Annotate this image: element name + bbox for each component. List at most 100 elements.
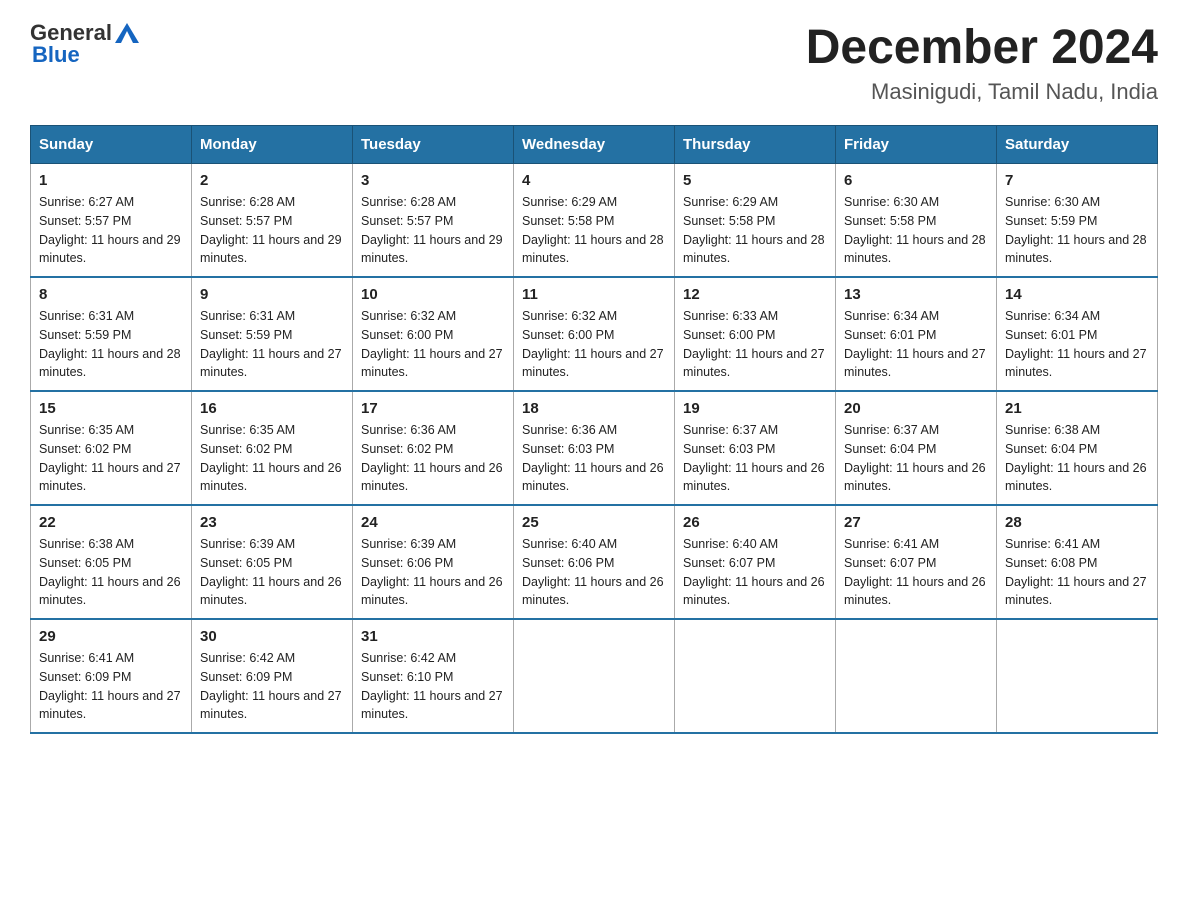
day-number: 9 — [200, 286, 344, 303]
day-info: Sunrise: 6:37 AM Sunset: 6:03 PM Dayligh… — [683, 421, 827, 496]
day-cell-20: 20 Sunrise: 6:37 AM Sunset: 6:04 PM Dayl… — [836, 391, 997, 505]
day-number: 23 — [200, 514, 344, 531]
day-info: Sunrise: 6:41 AM Sunset: 6:07 PM Dayligh… — [844, 535, 988, 610]
day-number: 1 — [39, 172, 183, 189]
day-cell-18: 18 Sunrise: 6:36 AM Sunset: 6:03 PM Dayl… — [514, 391, 675, 505]
day-number: 25 — [522, 514, 666, 531]
col-header-monday: Monday — [192, 126, 353, 164]
day-info: Sunrise: 6:34 AM Sunset: 6:01 PM Dayligh… — [844, 307, 988, 382]
day-info: Sunrise: 6:31 AM Sunset: 5:59 PM Dayligh… — [200, 307, 344, 382]
day-info: Sunrise: 6:30 AM Sunset: 5:59 PM Dayligh… — [1005, 193, 1149, 268]
day-cell-5: 5 Sunrise: 6:29 AM Sunset: 5:58 PM Dayli… — [675, 164, 836, 278]
day-number: 29 — [39, 628, 183, 645]
day-info: Sunrise: 6:28 AM Sunset: 5:57 PM Dayligh… — [361, 193, 505, 268]
day-number: 13 — [844, 286, 988, 303]
empty-cell — [675, 619, 836, 733]
day-number: 10 — [361, 286, 505, 303]
col-header-sunday: Sunday — [31, 126, 192, 164]
day-cell-16: 16 Sunrise: 6:35 AM Sunset: 6:02 PM Dayl… — [192, 391, 353, 505]
logo-text-blue: Blue — [32, 42, 80, 68]
location-title: Masinigudi, Tamil Nadu, India — [806, 79, 1158, 105]
day-number: 17 — [361, 400, 505, 417]
day-cell-28: 28 Sunrise: 6:41 AM Sunset: 6:08 PM Dayl… — [997, 505, 1158, 619]
day-info: Sunrise: 6:37 AM Sunset: 6:04 PM Dayligh… — [844, 421, 988, 496]
week-row-5: 29 Sunrise: 6:41 AM Sunset: 6:09 PM Dayl… — [31, 619, 1158, 733]
day-info: Sunrise: 6:36 AM Sunset: 6:03 PM Dayligh… — [522, 421, 666, 496]
day-cell-17: 17 Sunrise: 6:36 AM Sunset: 6:02 PM Dayl… — [353, 391, 514, 505]
day-info: Sunrise: 6:32 AM Sunset: 6:00 PM Dayligh… — [361, 307, 505, 382]
col-header-wednesday: Wednesday — [514, 126, 675, 164]
day-info: Sunrise: 6:41 AM Sunset: 6:09 PM Dayligh… — [39, 649, 183, 724]
day-info: Sunrise: 6:27 AM Sunset: 5:57 PM Dayligh… — [39, 193, 183, 268]
day-cell-10: 10 Sunrise: 6:32 AM Sunset: 6:00 PM Dayl… — [353, 277, 514, 391]
col-header-friday: Friday — [836, 126, 997, 164]
day-number: 30 — [200, 628, 344, 645]
day-number: 28 — [1005, 514, 1149, 531]
day-cell-3: 3 Sunrise: 6:28 AM Sunset: 5:57 PM Dayli… — [353, 164, 514, 278]
day-cell-7: 7 Sunrise: 6:30 AM Sunset: 5:59 PM Dayli… — [997, 164, 1158, 278]
day-cell-13: 13 Sunrise: 6:34 AM Sunset: 6:01 PM Dayl… — [836, 277, 997, 391]
day-info: Sunrise: 6:35 AM Sunset: 6:02 PM Dayligh… — [39, 421, 183, 496]
week-row-4: 22 Sunrise: 6:38 AM Sunset: 6:05 PM Dayl… — [31, 505, 1158, 619]
day-info: Sunrise: 6:41 AM Sunset: 6:08 PM Dayligh… — [1005, 535, 1149, 610]
day-info: Sunrise: 6:38 AM Sunset: 6:04 PM Dayligh… — [1005, 421, 1149, 496]
day-number: 31 — [361, 628, 505, 645]
day-cell-19: 19 Sunrise: 6:37 AM Sunset: 6:03 PM Dayl… — [675, 391, 836, 505]
day-cell-4: 4 Sunrise: 6:29 AM Sunset: 5:58 PM Dayli… — [514, 164, 675, 278]
day-cell-8: 8 Sunrise: 6:31 AM Sunset: 5:59 PM Dayli… — [31, 277, 192, 391]
day-cell-24: 24 Sunrise: 6:39 AM Sunset: 6:06 PM Dayl… — [353, 505, 514, 619]
day-number: 7 — [1005, 172, 1149, 189]
header: General Blue December 2024 Masinigudi, T… — [30, 20, 1158, 105]
day-cell-9: 9 Sunrise: 6:31 AM Sunset: 5:59 PM Dayli… — [192, 277, 353, 391]
day-info: Sunrise: 6:42 AM Sunset: 6:10 PM Dayligh… — [361, 649, 505, 724]
day-number: 19 — [683, 400, 827, 417]
col-header-tuesday: Tuesday — [353, 126, 514, 164]
day-cell-11: 11 Sunrise: 6:32 AM Sunset: 6:00 PM Dayl… — [514, 277, 675, 391]
day-cell-22: 22 Sunrise: 6:38 AM Sunset: 6:05 PM Dayl… — [31, 505, 192, 619]
day-cell-23: 23 Sunrise: 6:39 AM Sunset: 6:05 PM Dayl… — [192, 505, 353, 619]
day-number: 2 — [200, 172, 344, 189]
day-info: Sunrise: 6:38 AM Sunset: 6:05 PM Dayligh… — [39, 535, 183, 610]
day-cell-12: 12 Sunrise: 6:33 AM Sunset: 6:00 PM Dayl… — [675, 277, 836, 391]
day-info: Sunrise: 6:28 AM Sunset: 5:57 PM Dayligh… — [200, 193, 344, 268]
day-cell-29: 29 Sunrise: 6:41 AM Sunset: 6:09 PM Dayl… — [31, 619, 192, 733]
day-info: Sunrise: 6:40 AM Sunset: 6:07 PM Dayligh… — [683, 535, 827, 610]
empty-cell — [514, 619, 675, 733]
day-cell-1: 1 Sunrise: 6:27 AM Sunset: 5:57 PM Dayli… — [31, 164, 192, 278]
day-info: Sunrise: 6:34 AM Sunset: 6:01 PM Dayligh… — [1005, 307, 1149, 382]
day-number: 12 — [683, 286, 827, 303]
day-info: Sunrise: 6:33 AM Sunset: 6:00 PM Dayligh… — [683, 307, 827, 382]
day-info: Sunrise: 6:29 AM Sunset: 5:58 PM Dayligh… — [522, 193, 666, 268]
day-cell-25: 25 Sunrise: 6:40 AM Sunset: 6:06 PM Dayl… — [514, 505, 675, 619]
day-cell-6: 6 Sunrise: 6:30 AM Sunset: 5:58 PM Dayli… — [836, 164, 997, 278]
day-info: Sunrise: 6:31 AM Sunset: 5:59 PM Dayligh… — [39, 307, 183, 382]
day-cell-15: 15 Sunrise: 6:35 AM Sunset: 6:02 PM Dayl… — [31, 391, 192, 505]
day-info: Sunrise: 6:39 AM Sunset: 6:06 PM Dayligh… — [361, 535, 505, 610]
day-number: 4 — [522, 172, 666, 189]
calendar-table: SundayMondayTuesdayWednesdayThursdayFrid… — [30, 125, 1158, 734]
day-number: 5 — [683, 172, 827, 189]
empty-cell — [836, 619, 997, 733]
day-cell-31: 31 Sunrise: 6:42 AM Sunset: 6:10 PM Dayl… — [353, 619, 514, 733]
day-info: Sunrise: 6:39 AM Sunset: 6:05 PM Dayligh… — [200, 535, 344, 610]
day-info: Sunrise: 6:40 AM Sunset: 6:06 PM Dayligh… — [522, 535, 666, 610]
day-info: Sunrise: 6:32 AM Sunset: 6:00 PM Dayligh… — [522, 307, 666, 382]
day-info: Sunrise: 6:29 AM Sunset: 5:58 PM Dayligh… — [683, 193, 827, 268]
day-number: 27 — [844, 514, 988, 531]
week-row-3: 15 Sunrise: 6:35 AM Sunset: 6:02 PM Dayl… — [31, 391, 1158, 505]
col-header-saturday: Saturday — [997, 126, 1158, 164]
day-cell-2: 2 Sunrise: 6:28 AM Sunset: 5:57 PM Dayli… — [192, 164, 353, 278]
day-number: 26 — [683, 514, 827, 531]
day-info: Sunrise: 6:36 AM Sunset: 6:02 PM Dayligh… — [361, 421, 505, 496]
day-number: 8 — [39, 286, 183, 303]
day-number: 18 — [522, 400, 666, 417]
day-cell-30: 30 Sunrise: 6:42 AM Sunset: 6:09 PM Dayl… — [192, 619, 353, 733]
month-title: December 2024 — [806, 20, 1158, 75]
day-cell-14: 14 Sunrise: 6:34 AM Sunset: 6:01 PM Dayl… — [997, 277, 1158, 391]
logo: General Blue — [30, 20, 139, 68]
day-number: 21 — [1005, 400, 1149, 417]
day-cell-26: 26 Sunrise: 6:40 AM Sunset: 6:07 PM Dayl… — [675, 505, 836, 619]
day-info: Sunrise: 6:30 AM Sunset: 5:58 PM Dayligh… — [844, 193, 988, 268]
day-number: 24 — [361, 514, 505, 531]
logo-triangle-icon — [115, 21, 139, 43]
